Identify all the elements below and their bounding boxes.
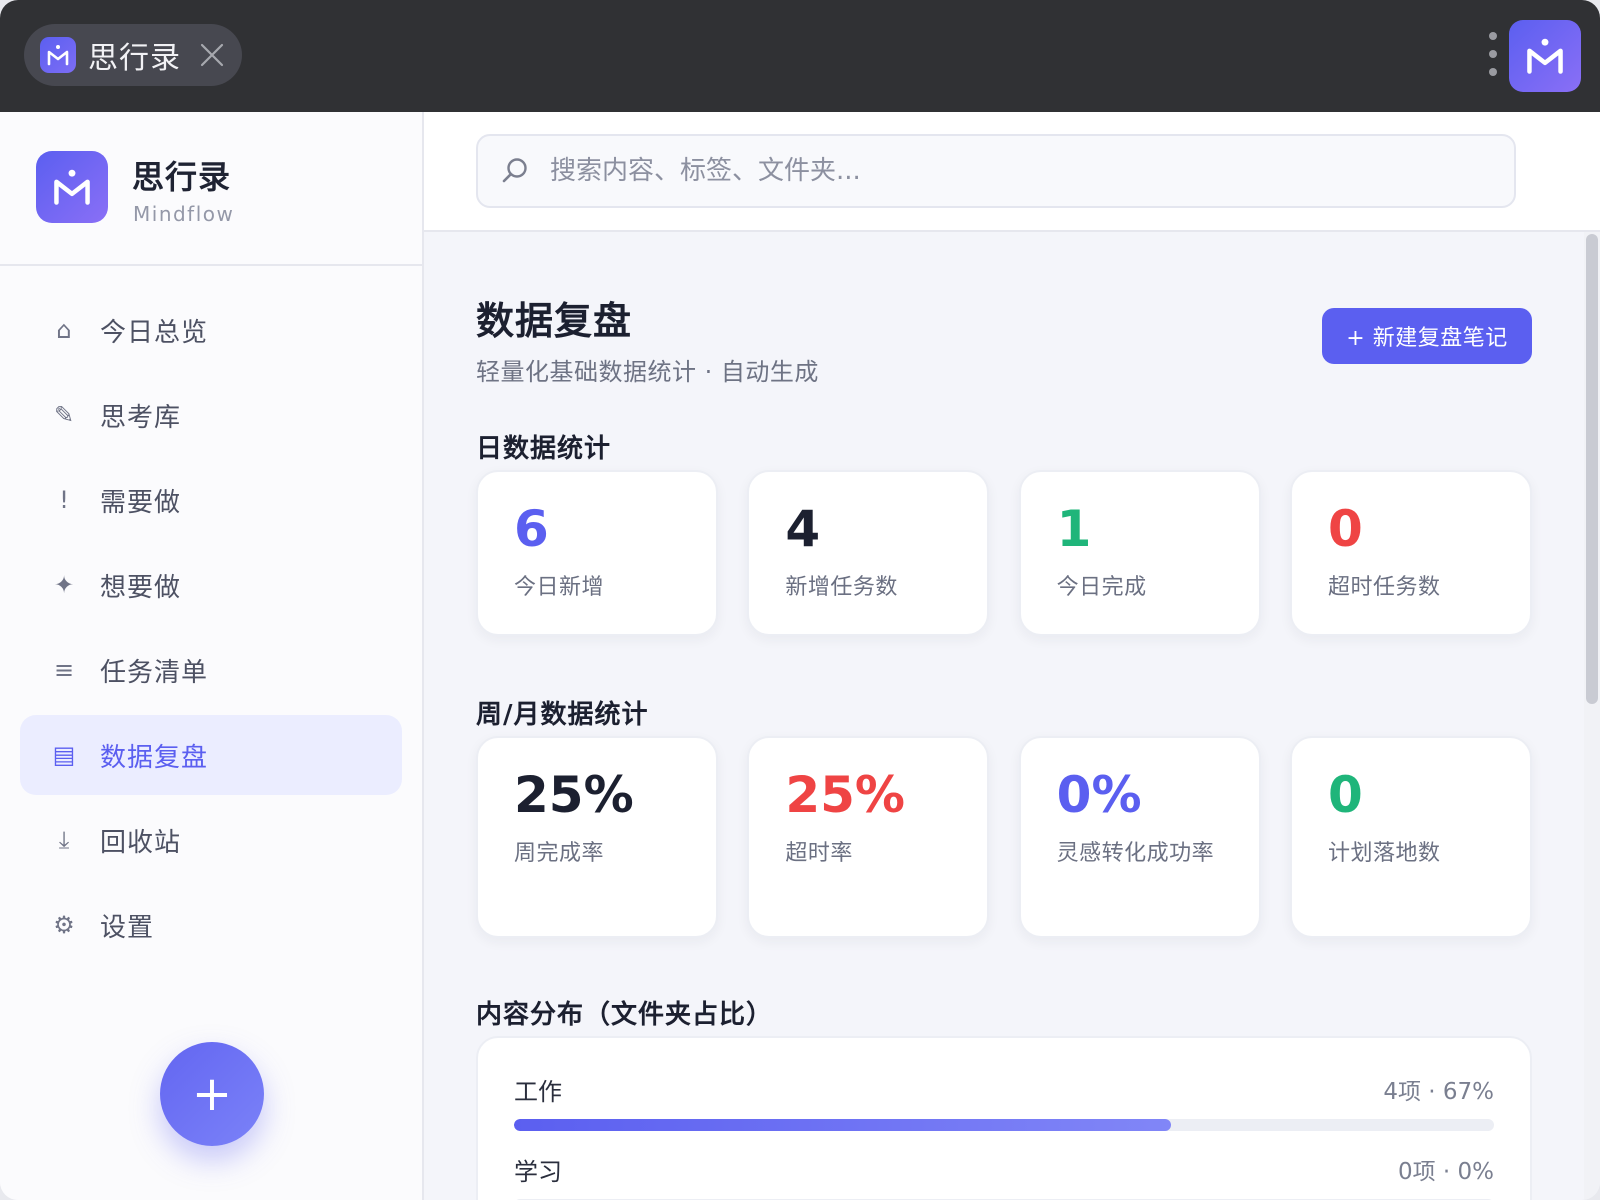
app-tab[interactable]: 思行录 bbox=[24, 24, 242, 86]
sparkle-icon: ✦ bbox=[53, 571, 75, 599]
folder-label: 学习 bbox=[514, 1158, 562, 1186]
app-logo-icon bbox=[40, 37, 76, 73]
report-icon: ▤ bbox=[52, 741, 76, 769]
stat-label: 灵感转化成功率 bbox=[1056, 841, 1215, 866]
stat-value: 0% bbox=[1056, 766, 1142, 824]
sidebar-item-label: 设置 bbox=[100, 912, 155, 943]
exclamation-icon: ! bbox=[59, 486, 69, 514]
pencil-icon: ✎ bbox=[53, 401, 75, 429]
search-header bbox=[424, 112, 1600, 232]
progress-track bbox=[514, 1119, 1494, 1131]
stat-label: 周完成率 bbox=[514, 841, 605, 866]
sidebar-nav: ⌂ 今日总览 ✎ 思考库! 需要做 ✦ 想要做 ≡ 任务清单 ▤ 数据复盘 ⤓ 回收站 ⚙ 设置 bbox=[20, 290, 402, 970]
page-subtitle: 轻量化基础数据统计 · 自动生成 bbox=[476, 358, 819, 386]
stat-value: 6 bbox=[514, 500, 549, 558]
stat-label: 新增任务数 bbox=[785, 575, 898, 600]
scrollbar-thumb[interactable] bbox=[1586, 234, 1598, 704]
stat-value: 1 bbox=[1056, 500, 1092, 558]
gear-icon: ⚙ bbox=[53, 911, 75, 939]
sidebar-item[interactable]: ⚙ 设置 bbox=[20, 885, 402, 965]
stat-value: 25% bbox=[514, 766, 634, 824]
sidebar-item-label: 想要做 bbox=[100, 572, 182, 603]
sidebar-item[interactable]: ▤ 数据复盘 bbox=[20, 715, 402, 795]
brand-name: 思行录 bbox=[132, 158, 232, 196]
home-icon: ⌂ bbox=[56, 316, 72, 344]
stat-card: 25% 周完成率 bbox=[476, 736, 718, 938]
stat-card: 0% 灵感转化成功率 bbox=[1018, 736, 1261, 938]
sidebar-item[interactable]: ✎ 思考库 bbox=[20, 375, 402, 455]
sidebar-item[interactable]: ≡ 任务清单 bbox=[20, 630, 402, 710]
close-icon[interactable] bbox=[198, 41, 226, 69]
distribution-card: 工作 4项 · 67% 学习 0项 · 0% bbox=[476, 1036, 1532, 1200]
sidebar-item-label: 思考库 bbox=[100, 402, 182, 433]
stat-card: 4 新增任务数 bbox=[747, 470, 990, 636]
main-content: 数据复盘 轻量化基础数据统计 · 自动生成 + 新建复盘笔记 日数据统计 6 今日… bbox=[424, 232, 1584, 1200]
stat-card: 6 今日新增 bbox=[476, 470, 718, 636]
list-icon: ≡ bbox=[53, 656, 75, 684]
stat-label: 超时任务数 bbox=[1327, 575, 1441, 600]
stat-label: 今日新增 bbox=[514, 575, 605, 600]
tab-title: 思行录 bbox=[88, 41, 181, 76]
app-logo-icon[interactable] bbox=[1509, 20, 1581, 92]
distribution-row: 工作 4项 · 67% bbox=[514, 1072, 1494, 1152]
daily-stats-cards: 6 今日新增 4 新增任务数 1 今日完成 0 超时任务数 bbox=[476, 470, 1532, 636]
sidebar: 思行录 Mindflow ⌂ 今日总览 ✎ 思考库! 需要做 ✦ 想要做 ≡ 任务清单 ▤ 数据复盘… bbox=[0, 112, 424, 1200]
stat-card: 0 超时任务数 bbox=[1289, 470, 1532, 636]
search-input[interactable] bbox=[550, 156, 1510, 186]
stat-card: 1 今日完成 bbox=[1018, 470, 1261, 636]
stat-value: 25% bbox=[785, 766, 906, 824]
sidebar-item-label: 需要做 bbox=[100, 487, 182, 518]
stat-label: 今日完成 bbox=[1056, 575, 1147, 600]
sidebar-item[interactable]: ✦ 想要做 bbox=[20, 545, 402, 625]
sidebar-item-label: 任务清单 bbox=[100, 657, 209, 688]
sidebar-item[interactable]: ! 需要做 bbox=[20, 460, 402, 540]
content-scrollbar[interactable] bbox=[1584, 232, 1600, 1200]
title-bar: 思行录 bbox=[0, 0, 1600, 112]
stat-value: 0 bbox=[1327, 766, 1363, 824]
app-window: 思行录 思行录 Mindflow ⌂ 今日总览 ✎ 思考库! 需要做 ✦ 想要做 ≡ 任务清单 ▤… bbox=[0, 0, 1600, 1200]
weekly-stats-cards: 25% 周完成率 25% 超时率 0% 灵感转化成功率 0 计划落地数 bbox=[476, 736, 1532, 938]
add-button[interactable]: + bbox=[160, 1042, 264, 1146]
search-icon bbox=[502, 158, 527, 183]
progress-fill bbox=[514, 1119, 1171, 1131]
brand-logo-icon bbox=[36, 151, 108, 223]
stat-card: 0 计划落地数 bbox=[1289, 736, 1532, 938]
folder-count-percent: 4项 · 67% bbox=[1383, 1079, 1494, 1105]
page-title: 数据复盘 bbox=[476, 299, 633, 343]
sidebar-item-label: 今日总览 bbox=[100, 317, 209, 348]
brand-header: 思行录 Mindflow bbox=[0, 112, 422, 266]
sidebar-item[interactable]: ⤓ 回收站 bbox=[20, 800, 402, 880]
new-review-note-button[interactable]: + 新建复盘笔记 bbox=[1322, 308, 1532, 364]
daily-stats-title: 日数据统计 bbox=[476, 434, 612, 464]
sidebar-item-label: 数据复盘 bbox=[100, 742, 209, 773]
brand-subtitle: Mindflow bbox=[133, 202, 235, 226]
sidebar-item[interactable]: ⌂ 今日总览 bbox=[20, 290, 402, 370]
weekly-stats-title: 周/月数据统计 bbox=[476, 700, 649, 730]
stat-card: 25% 超时率 bbox=[747, 736, 990, 938]
distribution-title: 内容分布（文件夹占比） bbox=[476, 1000, 774, 1030]
sidebar-item-label: 回收站 bbox=[100, 827, 182, 858]
folder-label: 工作 bbox=[514, 1078, 562, 1106]
folder-count-percent: 0项 · 0% bbox=[1397, 1159, 1494, 1185]
trash-download-icon: ⤓ bbox=[58, 826, 70, 854]
stat-value: 0 bbox=[1327, 500, 1363, 558]
search-box[interactable] bbox=[476, 134, 1516, 208]
stat-value: 4 bbox=[785, 500, 821, 558]
stat-label: 计划落地数 bbox=[1327, 841, 1441, 866]
stat-label: 超时率 bbox=[785, 841, 853, 866]
more-menu-icon[interactable] bbox=[1488, 32, 1498, 76]
distribution-row: 学习 0项 · 0% bbox=[514, 1152, 1494, 1200]
